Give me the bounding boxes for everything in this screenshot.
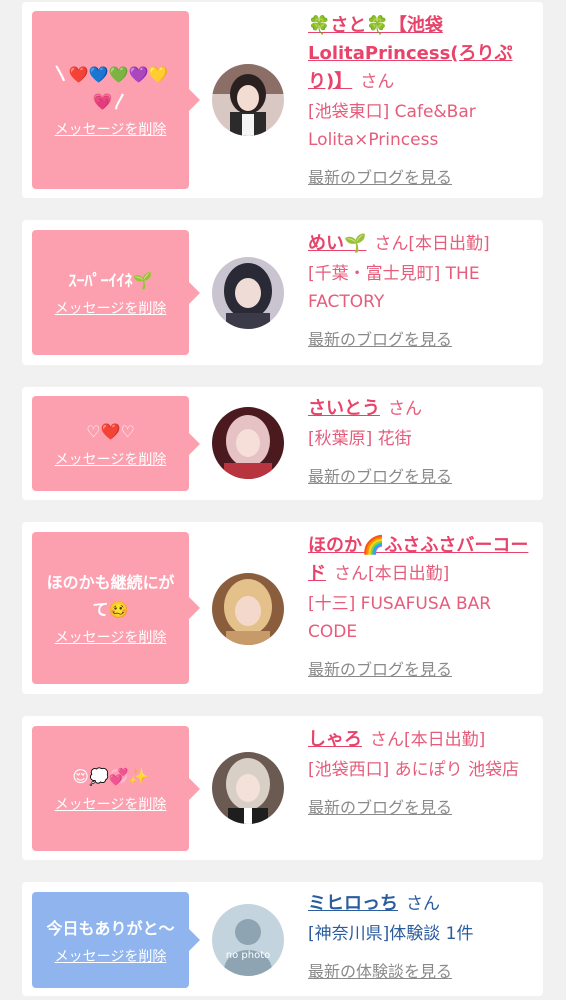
message-card: ほのかも継続にがて🥴 メッセージを削除 ほのか🌈ふさふさバーコード さん[本日出勤… [22,522,543,694]
cast-info: しゃろ さん[本日出勤] [池袋西口] あにぽり 池袋店 最新のブログを見る [308,726,533,822]
cast-name-link[interactable]: めい🌱 [308,233,366,254]
message-text: 今日もありがと〜 [46,918,175,938]
delete-message-link[interactable]: メッセージを削除 [55,300,167,318]
avatar[interactable] [212,257,284,329]
delete-message-link[interactable]: メッセージを削除 [55,451,167,469]
message-bubble: ｽｰﾊﾟｰｲｲﾈ🌱 メッセージを削除 [32,230,200,355]
avatar-photo-icon [212,257,284,329]
latest-review-link[interactable]: 最新の体験談を見る [308,958,533,986]
message-bubble: ほのかも継続にがて🥴 メッセージを削除 [32,532,200,684]
avatar[interactable]: no photo [212,904,284,976]
honorific: さん [360,72,395,92]
message-text: 😌💭💞✨ [72,767,149,786]
no-photo-avatar-icon: no photo [212,904,284,976]
avatar-photo-icon [212,64,284,136]
review-area: [神奈川県]体験談 1件 [308,924,474,944]
honorific: さん [334,564,368,584]
message-card: 今日もありがと〜 メッセージを削除 no photo ミヒロっち さん [神奈川県… [22,882,543,996]
work-status: [本日出勤] [368,564,450,584]
cast-info: 🍀さと🍀【池袋LolitaPrincess(ろりぷり)】 さん [池袋東口] Ca… [308,12,533,192]
avatar[interactable] [212,752,284,824]
message-text: 〵❤️💙💚💜💛💗〳 [52,65,169,111]
shop-area: [池袋西口] あにぽり 池袋店 [308,760,520,780]
message-bubble: ♡❤️♡ メッセージを削除 [32,396,200,491]
message-bubble: 〵❤️💙💚💜💛💗〳 メッセージを削除 [32,11,200,189]
message-bubble: 😌💭💞✨ メッセージを削除 [32,726,200,851]
honorific: さん [374,234,409,254]
avatar-photo-icon [212,752,284,824]
latest-blog-link[interactable]: 最新のブログを見る [308,656,533,684]
honorific: さん [388,399,422,419]
cast-name-link[interactable]: さいとう [308,398,380,419]
honorific: さん [370,730,404,750]
delete-message-link[interactable]: メッセージを削除 [55,796,167,814]
delete-message-link[interactable]: メッセージを削除 [55,629,167,647]
avatar-photo-icon [212,407,284,479]
latest-blog-link[interactable]: 最新のブログを見る [308,326,533,354]
message-card: 〵❤️💙💚💜💛💗〳 メッセージを削除 🍀さと🍀【池袋LolitaPrincess… [22,2,543,198]
cast-info: ミヒロっち さん [神奈川県]体験談 1件 最新の体験談を見る [308,890,533,986]
message-card: ｽｰﾊﾟｰｲｲﾈ🌱 メッセージを削除 めい🌱 さん[本日出勤] [千葉・富士見町]… [22,220,543,365]
message-text: ♡❤️♡ [86,422,135,441]
latest-blog-link[interactable]: 最新のブログを見る [308,164,533,192]
latest-blog-link[interactable]: 最新のブログを見る [308,794,533,822]
cast-name-link[interactable]: しゃろ [308,729,362,750]
work-status: [本日出勤] [408,234,490,254]
message-text: ほのかも継続にがて🥴 [46,573,175,619]
delete-message-link[interactable]: メッセージを削除 [55,121,167,139]
no-photo-label: no photo [226,950,270,961]
latest-blog-link[interactable]: 最新のブログを見る [308,463,533,491]
honorific: さん [406,894,440,914]
shop-area: [秋葉原] 花街 [308,429,412,449]
cast-name-link[interactable]: ミヒロっち [308,893,398,914]
cast-name-link[interactable]: 🍀さと🍀【池袋LolitaPrincess(ろりぷり)】 [308,15,513,92]
message-card: 😌💭💞✨ メッセージを削除 しゃろ さん[本日出勤] [池袋西口] あにぽり 池袋… [22,716,543,860]
avatar[interactable] [212,573,284,645]
message-text: ｽｰﾊﾟｰｲｲﾈ🌱 [68,271,153,290]
cast-info: めい🌱 さん[本日出勤] [千葉・富士見町] THE FACTORY 最新のブログ… [308,230,533,354]
cast-info: さいとう さん [秋葉原] 花街 最新のブログを見る [308,395,533,491]
avatar-photo-icon [212,573,284,645]
shop-area: [池袋東口] Cafe&Bar Lolita×Princess [308,102,476,150]
message-bubble: 今日もありがと〜 メッセージを削除 [32,892,200,988]
shop-area: [千葉・富士見町] THE FACTORY [308,264,480,312]
avatar[interactable] [212,64,284,136]
message-card: ♡❤️♡ メッセージを削除 さいとう さん [秋葉原] 花街 最新のブログを見る [22,387,543,500]
cast-info: ほのか🌈ふさふさバーコード さん[本日出勤] [十三] FUSAFUSA BAR … [308,532,533,684]
shop-area: [十三] FUSAFUSA BAR CODE [308,594,492,642]
delete-message-link[interactable]: メッセージを削除 [55,948,167,966]
avatar[interactable] [212,407,284,479]
work-status: [本日出勤] [404,730,486,750]
